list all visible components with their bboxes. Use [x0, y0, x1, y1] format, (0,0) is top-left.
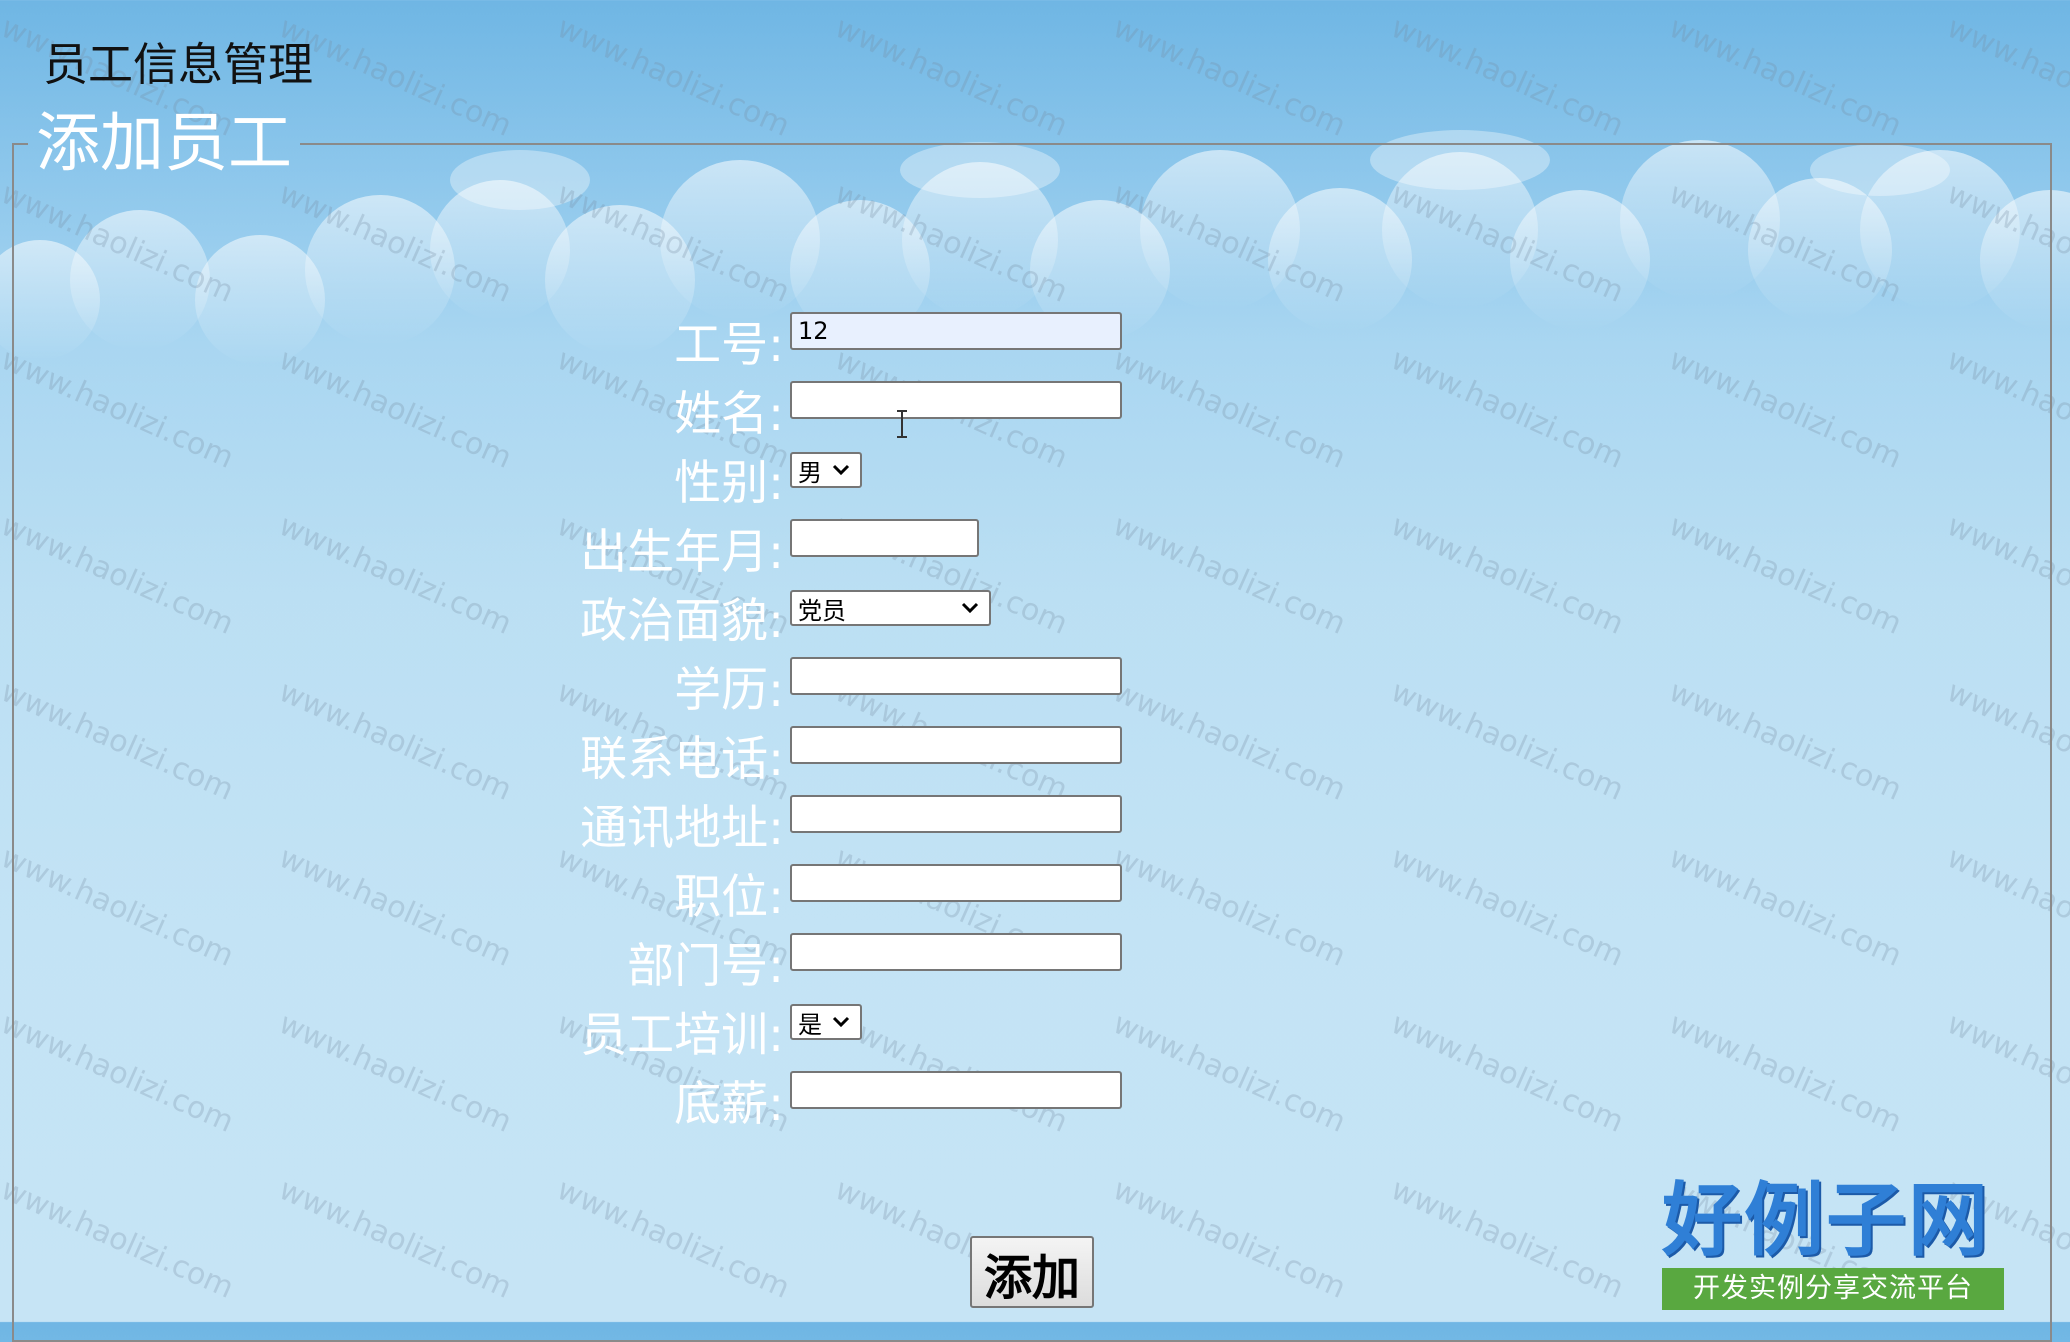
name-input[interactable] — [790, 381, 1122, 419]
phone-label: 联系电话: — [580, 732, 784, 787]
base-salary-input[interactable] — [790, 1071, 1122, 1109]
position-row: 职位: — [480, 856, 784, 925]
department-no-input[interactable] — [790, 933, 1122, 971]
add-button[interactable]: 添加 — [970, 1236, 1094, 1308]
gender-selected-value: 男 — [798, 458, 822, 487]
phone-row: 联系电话: — [480, 718, 784, 787]
text-cursor-icon — [897, 410, 907, 438]
birth-month-input[interactable] — [790, 519, 979, 557]
education-row: 学历: — [480, 649, 784, 718]
training-row: 员工培训: — [480, 994, 784, 1063]
gender-select[interactable]: 男 — [790, 452, 862, 488]
training-select[interactable]: 是 — [790, 1004, 862, 1040]
brand-tagline: 开发实例分享交流平台 — [1662, 1268, 2004, 1310]
political-status-label: 政治面貌: — [580, 594, 784, 649]
name-label: 姓名: — [674, 387, 784, 442]
position-label: 职位: — [674, 870, 784, 925]
app-title: 员工信息管理 — [43, 38, 314, 91]
political-status-select[interactable]: 党员 — [790, 590, 991, 626]
birth-month-label: 出生年月: — [580, 525, 784, 580]
brand-logo: 好例子网 开发实例分享交流平台 — [1662, 1174, 2008, 1312]
training-label: 员工培训: — [580, 1008, 784, 1063]
chevron-down-icon — [832, 1016, 850, 1028]
base-salary-row: 底薪: — [480, 1063, 784, 1132]
political-status-row: 政治面貌: — [480, 580, 784, 649]
address-label: 通讯地址: — [580, 801, 784, 856]
chevron-down-icon — [961, 602, 979, 614]
brand-name: 好例子网 — [1662, 1173, 1990, 1267]
address-input[interactable] — [790, 795, 1122, 833]
education-input[interactable] — [790, 657, 1122, 695]
gender-label: 性别: — [674, 456, 784, 511]
department-no-label: 部门号: — [627, 939, 784, 994]
birth-month-row: 出生年月: — [480, 511, 784, 580]
name-row: 姓名: — [480, 373, 784, 442]
department-no-row: 部门号: — [480, 925, 784, 994]
education-label: 学历: — [674, 663, 784, 718]
chevron-down-icon — [832, 464, 850, 476]
gender-row: 性别: — [480, 442, 784, 511]
political-status-selected-value: 党员 — [798, 596, 846, 625]
address-row: 通讯地址: — [480, 787, 784, 856]
position-input[interactable] — [790, 864, 1122, 902]
phone-input[interactable] — [790, 726, 1122, 764]
panel-legend: 添加员工 — [36, 107, 292, 181]
employee-id-row: 工号: — [480, 304, 784, 373]
employee-id-label: 工号: — [674, 318, 784, 373]
employee-id-input[interactable] — [790, 312, 1122, 350]
training-selected-value: 是 — [798, 1010, 822, 1039]
base-salary-label: 底薪: — [674, 1077, 784, 1132]
